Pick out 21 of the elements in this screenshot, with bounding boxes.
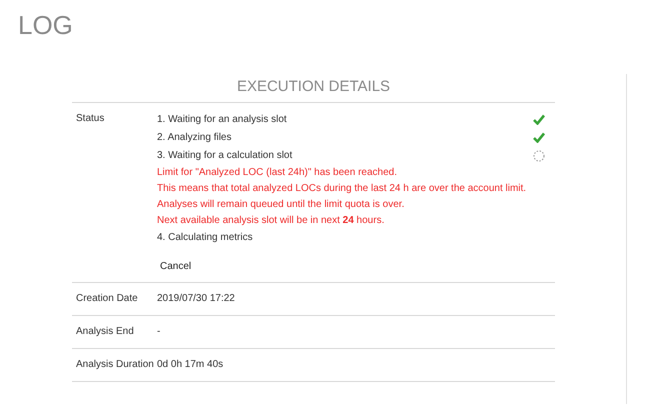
check-icon [533,132,545,143]
page-title: LOG [18,9,73,38]
step-text: 4. Calculating metrics [157,231,254,245]
detail-label: Creation Date [75,292,139,306]
limit-message: Analyses will remain queued until the limit quota is over. [157,198,406,212]
section-title: EXECUTION DETAILS [236,77,392,97]
cancel-button[interactable]: Cancel [159,258,192,274]
status-label: Status [75,112,106,126]
detail-value: 0d 0h 17m 40s [157,358,224,372]
step-text: 3. Waiting for a calculation slot [157,149,294,163]
limit-message: Next available analysis slot will be in next 24 hours. [157,214,386,228]
spinner-icon [533,150,545,162]
detail-value: - [157,325,160,339]
step-text: 2. Analyzing files [157,131,232,145]
detail-value: 2019/07/30 17:22 [157,292,235,306]
detail-label: Analysis End [75,325,135,339]
step-text: 1. Waiting for an analysis slot [157,113,288,127]
limit-message: Limit for "Analyzed LOC (last 24h)" has been reached. [157,166,398,180]
detail-label: Analysis Duration [75,358,155,372]
limit-message: This means that total analyzed LOCs during the last 24 h are over the account limit. [157,182,528,196]
check-icon [533,114,545,125]
